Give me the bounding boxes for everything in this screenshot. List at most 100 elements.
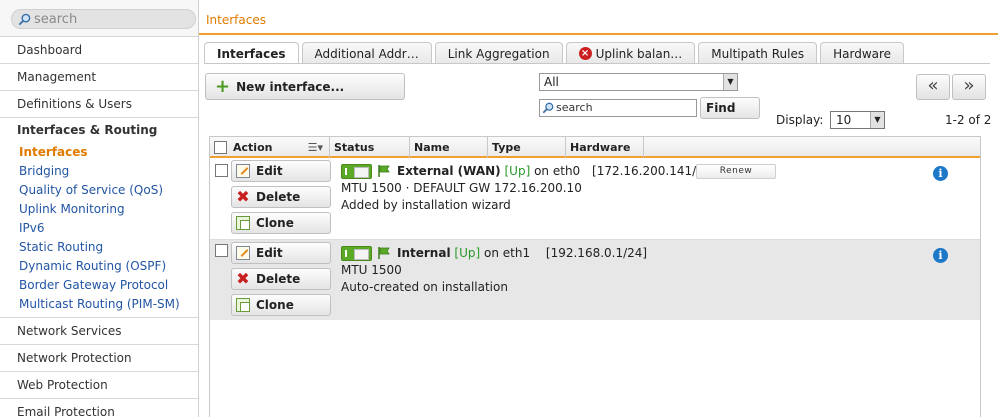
interface-state: [Up] bbox=[454, 246, 481, 260]
delete-button[interactable]: ✖ Delete bbox=[231, 268, 331, 290]
delete-label: Delete bbox=[256, 190, 301, 204]
search-input[interactable]: search bbox=[539, 99, 697, 117]
info-icon[interactable]: i bbox=[933, 248, 948, 263]
column-action-label: Action bbox=[233, 141, 273, 154]
display-label: Display: bbox=[776, 113, 824, 127]
nav-sub-ospf[interactable]: Dynamic Routing (OSPF) bbox=[0, 257, 198, 276]
flag-icon bbox=[378, 165, 390, 177]
tab-additional-addresses[interactable]: Additional Addr… bbox=[301, 42, 432, 64]
nav-definitions-users[interactable]: Definitions & Users bbox=[0, 91, 198, 118]
delete-icon: ✖ bbox=[236, 187, 250, 206]
interface-name: External (WAN) bbox=[397, 164, 501, 178]
tab-multipath-rules[interactable]: Multipath Rules bbox=[698, 42, 818, 64]
table-row: Edit ✖ Delete Clone Internal [Up] on eth… bbox=[210, 240, 980, 320]
clone-icon bbox=[236, 298, 250, 312]
interface-comment: Added by installation wizard bbox=[341, 198, 511, 212]
display-count-value: 10 bbox=[836, 113, 852, 127]
sidebar: search Dashboard Management Definitions … bbox=[0, 0, 199, 417]
interface-summary: External (WAN) [Up] on eth0 [172.16.200.… bbox=[397, 164, 716, 178]
info-icon[interactable]: i bbox=[933, 166, 948, 181]
column-action[interactable]: Action ☰▾ bbox=[229, 137, 330, 158]
interface-hardware: on eth1 bbox=[483, 246, 531, 260]
edit-label: Edit bbox=[256, 246, 283, 260]
edit-icon bbox=[236, 164, 250, 178]
column-type[interactable]: Type bbox=[488, 137, 566, 158]
search-icon bbox=[18, 13, 31, 25]
interface-name: Internal bbox=[397, 246, 451, 260]
dropdown-arrow-icon: ▼ bbox=[723, 74, 737, 90]
edit-icon bbox=[236, 246, 250, 260]
next-page-button[interactable]: » bbox=[952, 74, 986, 100]
sidebar-search-input[interactable]: search bbox=[11, 9, 196, 29]
interface-state: [Up] bbox=[504, 164, 531, 178]
column-menu-icon[interactable]: ☰▾ bbox=[308, 137, 323, 158]
tab-interfaces[interactable]: Interfaces bbox=[204, 42, 299, 64]
column-status[interactable]: Status bbox=[330, 137, 410, 158]
search-input-value: search bbox=[556, 101, 593, 114]
nav-sub-multicast[interactable]: Multicast Routing (PIM-SM) bbox=[0, 295, 198, 314]
interface-detail: MTU 1500 bbox=[341, 263, 402, 277]
column-hardware[interactable]: Hardware bbox=[566, 137, 644, 158]
clone-label: Clone bbox=[256, 298, 294, 312]
dropdown-arrow-icon: ▼ bbox=[870, 112, 884, 128]
plus-icon: + bbox=[215, 75, 231, 97]
find-button[interactable]: Find bbox=[700, 97, 760, 119]
clone-icon bbox=[236, 216, 250, 230]
select-all-checkbox[interactable] bbox=[214, 141, 227, 154]
page-title: Interfaces bbox=[206, 13, 266, 27]
row-checkbox[interactable] bbox=[215, 164, 228, 177]
tab-uplink-balancing[interactable]: × Uplink balan… bbox=[565, 42, 696, 64]
interface-hardware: on eth0 bbox=[534, 164, 581, 178]
interface-address: [192.168.0.1/24] bbox=[545, 246, 648, 260]
delete-icon: ✖ bbox=[236, 269, 250, 288]
header-bar: Interfaces bbox=[199, 0, 998, 35]
prev-page-button[interactable]: « bbox=[916, 74, 950, 100]
result-count: 1-2 of 2 bbox=[945, 113, 992, 127]
nav-email-protection[interactable]: Email Protection bbox=[0, 399, 198, 417]
column-name[interactable]: Name bbox=[410, 137, 488, 158]
interface-detail: MTU 1500 · DEFAULT GW 172.16.200.10 bbox=[341, 181, 582, 195]
filter-select-value: All bbox=[544, 75, 559, 89]
row-checkbox[interactable] bbox=[215, 244, 228, 257]
nav-network-services[interactable]: Network Services bbox=[0, 318, 198, 345]
nav-sub-interfaces[interactable]: Interfaces bbox=[0, 143, 198, 162]
tab-divider bbox=[204, 63, 990, 64]
nav-sublist: Interfaces Bridging Quality of Service (… bbox=[0, 143, 198, 318]
delete-button[interactable]: ✖ Delete bbox=[231, 186, 331, 208]
delete-label: Delete bbox=[256, 272, 301, 286]
nav-web-protection[interactable]: Web Protection bbox=[0, 372, 198, 399]
tab-bar: Interfaces Additional Addr… Link Aggrega… bbox=[204, 42, 905, 64]
sidebar-search-wrap: search bbox=[0, 0, 198, 37]
interface-comment: Auto-created on installation bbox=[341, 280, 508, 294]
tab-uplink-balancing-label: Uplink balan… bbox=[595, 46, 683, 61]
nav-management[interactable]: Management bbox=[0, 64, 198, 91]
interface-summary: Internal [Up] on eth1 [192.168.0.1/24] bbox=[397, 246, 647, 260]
enable-toggle[interactable] bbox=[341, 164, 372, 179]
nav-dashboard[interactable]: Dashboard bbox=[0, 37, 198, 64]
new-interface-button[interactable]: + New interface... bbox=[205, 73, 405, 100]
edit-button[interactable]: Edit bbox=[231, 242, 331, 264]
nav-sub-static-routing[interactable]: Static Routing bbox=[0, 238, 198, 257]
renew-button[interactable]: Renew bbox=[696, 164, 776, 179]
flag-icon bbox=[378, 247, 390, 259]
tab-hardware[interactable]: Hardware bbox=[820, 42, 905, 64]
nav-sub-bgp[interactable]: Border Gateway Protocol bbox=[0, 276, 198, 295]
clone-button[interactable]: Clone bbox=[231, 212, 331, 234]
new-interface-label: New interface... bbox=[236, 79, 345, 94]
nav-sub-uplink-monitoring[interactable]: Uplink Monitoring bbox=[0, 200, 198, 219]
interfaces-table: Action ☰▾ Status Name Type Hardware Edit… bbox=[209, 136, 981, 417]
filter-select[interactable]: All ▼ bbox=[539, 73, 738, 91]
nav-sub-ipv6[interactable]: IPv6 bbox=[0, 219, 198, 238]
display-count-select[interactable]: 10 ▼ bbox=[830, 111, 885, 129]
tab-link-aggregation[interactable]: Link Aggregation bbox=[434, 42, 563, 64]
table-row: Edit ✖ Delete Clone External (WAN) [Up] … bbox=[210, 160, 980, 240]
nav-sub-qos[interactable]: Quality of Service (QoS) bbox=[0, 181, 198, 200]
clone-button[interactable]: Clone bbox=[231, 294, 331, 316]
sidebar-search-placeholder: search bbox=[34, 11, 78, 27]
clone-label: Clone bbox=[256, 216, 294, 230]
nav-interfaces-routing[interactable]: Interfaces & Routing bbox=[0, 118, 198, 143]
nav-sub-bridging[interactable]: Bridging bbox=[0, 162, 198, 181]
enable-toggle[interactable] bbox=[341, 246, 372, 261]
nav-network-protection[interactable]: Network Protection bbox=[0, 345, 198, 372]
edit-button[interactable]: Edit bbox=[231, 160, 331, 182]
